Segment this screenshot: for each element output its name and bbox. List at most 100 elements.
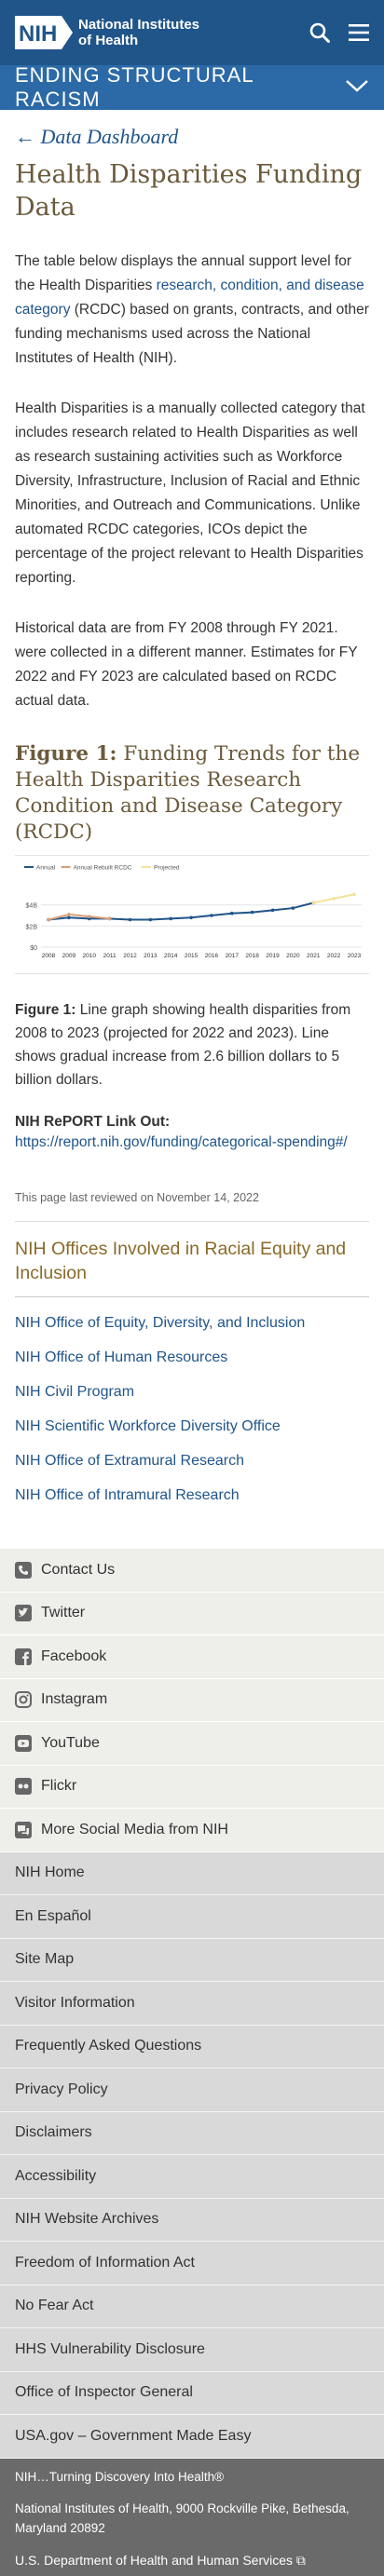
intro-paragraph: The table below displays the annual supp… [15,250,369,371]
offices-list: NIH Office of Equity, Diversity, and Inc… [15,1315,369,1504]
svg-text:NIH: NIH [19,21,57,47]
footer-link[interactable]: En Español [0,1895,384,1939]
office-link[interactable]: NIH Civil Program [15,1384,134,1400]
chart-x-tick-label: 2014 [164,953,178,959]
footer-link[interactable]: NIH Home [0,1852,384,1895]
chart-x-tick-label: 2022 [327,953,341,959]
chart-point [47,917,50,922]
historical-paragraph: Historical data are from FY 2008 through… [15,620,358,709]
facebook-icon [15,1647,32,1665]
figure-caption: Figure 1: Line graph showing health disp… [15,998,369,1091]
footer-link[interactable]: Accessibility [0,2155,384,2199]
footer-link[interactable]: No Fear Act [0,2285,384,2328]
chart-point [230,911,234,915]
social-label: Twitter [41,1605,86,1621]
twitter-icon [15,1605,32,1622]
chart-point [67,915,71,920]
chart-x-tick-label: 2008 [42,953,56,959]
chart-point [67,913,71,916]
logo-line-2: of Health [78,33,139,48]
footer-link[interactable]: Visitor Information [0,1982,384,2026]
chart-y-tick-label: $4B [26,903,38,910]
chart-svg: $0 $2B $4B 2008 2009 2010 2011 2012 2013 2014 2015… [24,865,362,959]
office-link[interactable]: NIH Office of Extramural Research [15,1453,244,1469]
footer-link[interactable]: Frequently Asked Questions [0,2026,384,2068]
flickr-link[interactable]: Flickr [0,1766,384,1809]
chart-point [107,916,112,921]
footer-link[interactable]: Freedom of Information Act [0,2242,384,2285]
list-item: NIH Civil Program [15,1384,369,1401]
chart-x-tick-label: 2013 [144,953,158,959]
nih-logo-badge: NIH [15,16,73,49]
instagram-icon [15,1691,32,1709]
hhs-link-label: U.S. Department of Health and Human Serv… [15,2552,294,2568]
list-item: NIH Office of Intramural Research [15,1487,369,1504]
list-item: NIH Office of Extramural Research [15,1453,369,1470]
site-header: NIH National Institutes of Health ENDING… [0,0,384,111]
chart-x-tick-label: 2017 [226,953,240,959]
youtube-icon [15,1734,32,1752]
chat-icon [15,1821,32,1838]
chart-x-tick-label: 2009 [62,953,76,959]
menu-icon[interactable] [349,23,369,42]
last-reviewed-text: This page last reviewed on November 14, … [15,1191,259,1204]
footer-links: NIH Home En Español Site Map Visitor Inf… [0,1851,384,2459]
social-label: More Social Media from NIH [41,1821,228,1837]
chart-point [332,897,336,901]
twitter-link[interactable]: Twitter [0,1593,384,1635]
footer-bottom: NIH…Turning Discovery Into Health® Natio… [0,2458,384,2576]
youtube-link[interactable]: YouTube [0,1722,384,1766]
footer-link[interactable]: HHS Vulnerability Disclosure [0,2328,384,2372]
nih-logo-link[interactable]: NIH National Institutes of Health [15,16,199,49]
footer-tagline: NIH…Turning Discovery Into Health® [15,2469,225,2484]
chart-x-tick-label: 2018 [245,953,259,959]
more-social-media-link[interactable]: More Social Media from NIH [0,1809,384,1852]
list-item: NIH Scientific Workforce Diversity Offic… [15,1418,369,1435]
instagram-link[interactable]: Instagram [0,1679,384,1722]
offices-heading: NIH Offices Involved in Racial Equity an… [15,1237,369,1297]
chart-point [169,916,172,921]
chart-point [128,917,132,922]
hhs-link[interactable]: U.S. Department of Health and Human Serv… [15,2553,369,2569]
office-link[interactable]: NIH Office of Intramural Research [15,1487,240,1503]
footer-link[interactable]: NIH Website Archives [0,2199,384,2242]
chart-point [291,906,295,910]
logo-line-1: National Institutes [78,17,200,33]
phone-icon [15,1561,32,1579]
chart-x-tick-label: 2010 [82,953,96,959]
social-label: Flickr [41,1778,77,1795]
chart-y-tick-label: $0 [30,945,37,952]
chart-point [148,917,153,922]
chart-legend-label: Annual [36,865,56,872]
footer-link[interactable]: Office of Inspector General [0,2372,384,2415]
footer-address: National Institutes of Health, 9000 Rock… [15,2501,350,2535]
chart-x-tick-label: 2023 [348,953,362,959]
facebook-link[interactable]: Facebook [0,1635,384,1679]
figure-heading-label: Figure 1: [15,742,117,766]
chevron-down-icon[interactable] [345,78,369,98]
chart-y-tick-label: $2B [26,924,38,930]
office-link[interactable]: NIH Scientific Workforce Diversity Offic… [15,1418,281,1434]
report-link[interactable]: https://report.nih.gov/funding/categoric… [15,1134,348,1150]
chart-x-tick-label: 2012 [123,953,137,959]
social-label: Facebook [41,1647,107,1664]
definition-paragraph: Health Disparities is a manually collect… [15,400,365,586]
back-to-data-dashboard-link[interactable]: ← Data Dashboard [15,125,369,149]
chart-point [189,915,193,920]
chart-x-tick-label: 2015 [185,953,199,959]
footer-link[interactable]: Disclaimers [0,2112,384,2155]
office-link[interactable]: NIH Office of Human Resources [15,1349,227,1365]
chart-x-tick-label: 2021 [307,953,321,959]
section-banner[interactable]: ENDING STRUCTURAL RACISM [0,63,384,111]
nih-logo-text: National Institutes of Health [78,17,199,48]
office-link[interactable]: NIH Office of Equity, Diversity, and Inc… [15,1315,305,1331]
list-item: NIH Office of Equity, Diversity, and Inc… [15,1315,369,1332]
top-bar: NIH National Institutes of Health [0,0,384,65]
contact-us-link[interactable]: Contact Us [0,1549,384,1593]
footer-link[interactable]: USA.gov – Government Made Easy [0,2415,384,2459]
footer-link[interactable]: Site Map [0,1939,384,1982]
flickr-icon [15,1778,32,1796]
footer-link[interactable]: Privacy Policy [0,2068,384,2112]
search-icon[interactable] [309,22,330,43]
chart-point [311,901,316,905]
